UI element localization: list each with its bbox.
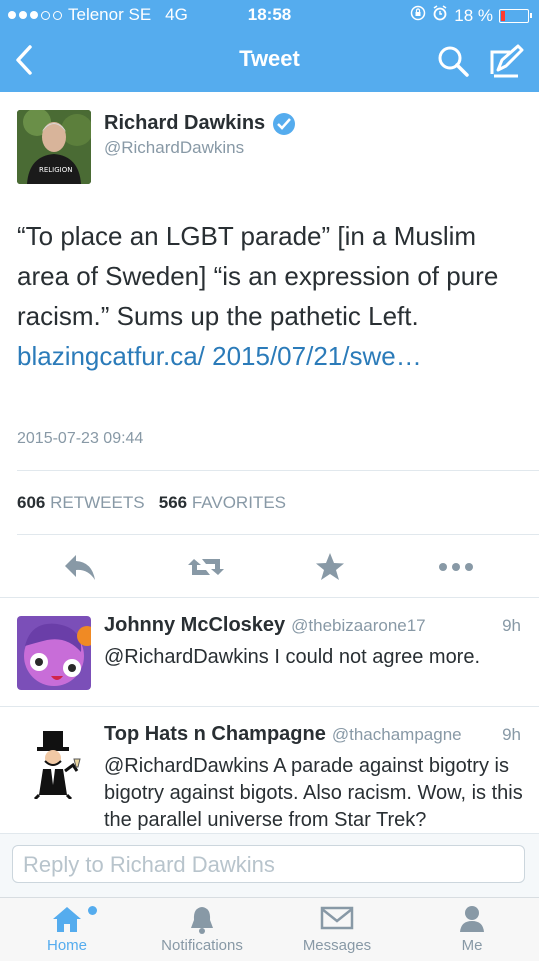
more-button[interactable]	[436, 547, 476, 587]
favorites-count: 566	[158, 493, 188, 512]
tab-label: Me	[461, 937, 483, 954]
reply-text: @RichardDawkins A parade against bigotry…	[104, 755, 523, 831]
star-icon	[316, 553, 344, 580]
reply-author: Johnny McCloskey @thebizaarone17	[104, 614, 426, 637]
search-button[interactable]	[436, 44, 470, 78]
bell-icon	[187, 904, 217, 939]
tab-notifications[interactable]: Notifications	[135, 898, 269, 961]
status-bar: Telenor SE 4G 18:58 18 %	[0, 0, 539, 30]
tab-label: Notifications	[161, 937, 243, 954]
rotation-lock-icon	[410, 5, 426, 26]
tweet-timestamp: 2015-07-23 09:44	[17, 430, 144, 447]
notification-dot	[88, 906, 97, 915]
header: Telenor SE 4G 18:58 18 % Tweet	[0, 0, 539, 92]
favorites-stat[interactable]: 566 FAVORITES	[159, 493, 286, 512]
retweets-label: RETWEETS	[50, 493, 145, 512]
reply-author-name: Top Hats n Champagne	[104, 723, 326, 745]
nav-bar: Tweet	[0, 30, 539, 92]
tab-label: Home	[46, 937, 87, 954]
compose-button[interactable]	[488, 42, 526, 80]
reply-input[interactable]: Reply to Richard Dawkins	[12, 845, 525, 883]
reply-text: @RichardDawkins I could not agree more.	[104, 646, 481, 668]
reply-time: 9h	[502, 616, 521, 635]
reply-bar: Reply to Richard Dawkins	[0, 833, 539, 898]
reply-author-handle: @thachampagne	[331, 725, 462, 744]
retweet-button[interactable]	[186, 547, 226, 587]
home-icon	[50, 904, 84, 939]
author-handle[interactable]: @RichardDawkins	[104, 138, 244, 158]
avatar[interactable]	[17, 725, 91, 799]
tab-home[interactable]: Home	[0, 898, 134, 961]
alarm-icon	[432, 5, 448, 26]
avatar[interactable]: RELIGION	[17, 110, 91, 184]
retweets-count: 606	[17, 493, 46, 512]
tab-messages[interactable]: Messages	[270, 898, 404, 961]
reply-tweet[interactable]: Johnny McCloskey @thebizaarone17 9h @Rich…	[0, 597, 539, 706]
favorites-label: FAVORITES	[191, 493, 286, 512]
battery-percent: 18 %	[454, 5, 493, 25]
reply-tweet[interactable]: Top Hats n Champagne @thachampagne 9h @Ri…	[0, 706, 539, 834]
divider	[17, 470, 539, 471]
avatar-shirt-text: RELIGION	[39, 166, 73, 174]
retweet-icon	[188, 559, 224, 575]
tweet-stats: 606 RETWEETS 566 FAVORITES	[17, 493, 286, 513]
tab-me[interactable]: Me	[405, 898, 539, 961]
author-name[interactable]: Richard Dawkins	[104, 112, 296, 135]
tweet-text: “To place an LGBT parade” [in a Muslim a…	[17, 216, 522, 376]
search-icon	[438, 46, 469, 77]
favorite-button[interactable]	[314, 547, 346, 587]
battery-icon	[499, 8, 532, 23]
person-icon	[457, 904, 487, 939]
verified-badge-icon	[273, 112, 296, 135]
reply-author-handle: @thebizaarone17	[291, 616, 426, 635]
more-icon	[439, 563, 473, 571]
tweet-actions	[0, 547, 539, 587]
author-name-text: Richard Dawkins	[104, 112, 266, 134]
reply-icon	[65, 555, 95, 580]
tweet-body: “To place an LGBT parade” [in a Muslim a…	[17, 221, 499, 331]
compose-icon	[490, 44, 524, 78]
reply-time: 9h	[502, 725, 521, 744]
tab-label: Messages	[302, 937, 372, 954]
envelope-icon	[320, 904, 354, 937]
reply-author: Top Hats n Champagne @thachampagne	[104, 723, 462, 746]
divider	[17, 534, 539, 535]
reply-author-name: Johnny McCloskey	[104, 614, 286, 636]
avatar[interactable]	[17, 616, 91, 690]
reply-button[interactable]	[62, 547, 98, 587]
tweet-link[interactable]: blazingcatfur.ca/ 2015/07/21/swe…	[17, 341, 422, 371]
retweets-stat[interactable]: 606 RETWEETS	[17, 493, 145, 512]
tab-bar: Home Notifications Messages Me	[0, 897, 539, 961]
